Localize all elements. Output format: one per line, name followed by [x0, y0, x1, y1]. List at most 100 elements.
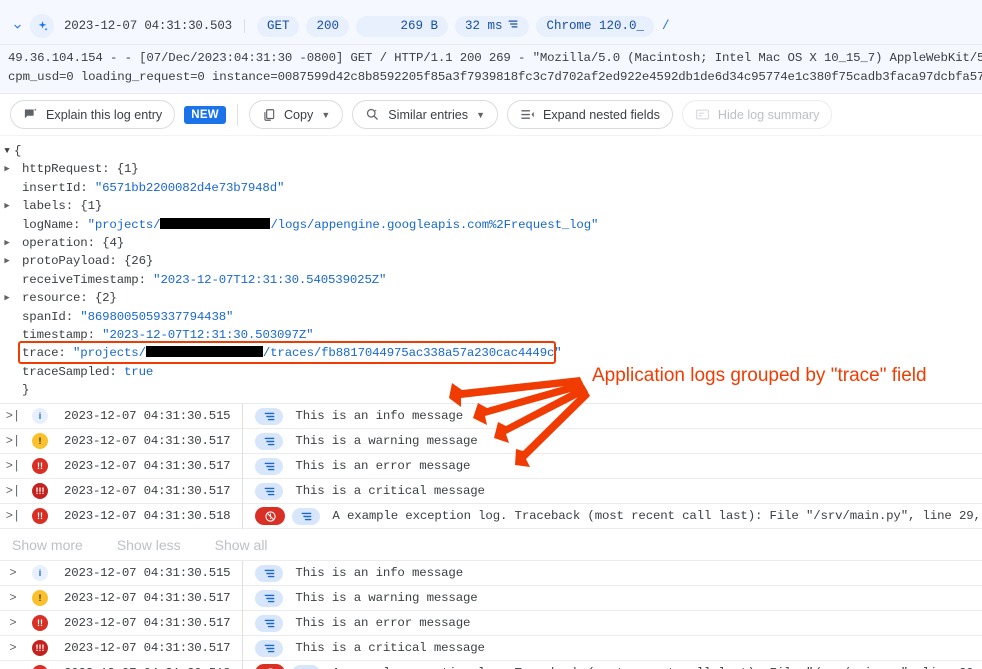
show-all-link[interactable]: Show all: [215, 537, 268, 553]
log-detail-icon[interactable]: [255, 565, 283, 582]
caret-right-icon[interactable]: ▶: [0, 160, 14, 178]
json-row-content: protoPayload: {26}: [14, 252, 153, 270]
severity-error-icon: !!: [32, 508, 48, 524]
json-row-protoPayload[interactable]: ▶protoPayload: {26}: [0, 252, 982, 270]
json-row-content: timestamp: "2023-12-07T12:31:30.503097Z": [14, 326, 313, 344]
log-row-icons: [243, 664, 320, 669]
json-value: "6571bb2200082d4e73b7948d": [95, 181, 284, 195]
json-row-httpRequest[interactable]: ▶httpRequest: {1}: [0, 160, 982, 178]
json-row-timestamp: timestamp: "2023-12-07T12:31:30.503097Z": [0, 326, 982, 344]
severity-cell: !!: [26, 508, 54, 524]
expand-row-icon[interactable]: >: [0, 616, 26, 630]
caret-down-icon[interactable]: ▼: [0, 142, 14, 160]
json-close-brace: }: [14, 381, 29, 399]
log-row-timestamp: 2023-12-07 04:31:30.518: [54, 504, 243, 529]
log-detail-icon[interactable]: [255, 640, 283, 657]
log-row-message: This is a warning message: [283, 591, 477, 605]
chip-user-agent[interactable]: Chrome 120.0_: [536, 16, 654, 37]
exception-icon[interactable]: [255, 664, 285, 669]
log-row-timestamp: 2023-12-07 04:31:30.517: [54, 479, 243, 504]
json-value: "8698005059337794438": [80, 310, 233, 324]
json-row-content: httpRequest: {1}: [14, 160, 139, 178]
redacted-project-id: [146, 346, 263, 357]
log-row[interactable]: >!!!2023-12-07 04:31:30.517This is a cri…: [0, 636, 982, 661]
summary-header-row[interactable]: 2023-12-07 04:31:30.503 GET 200 269 B 32…: [0, 8, 982, 44]
json-row-labels[interactable]: ▶labels: {1}: [0, 197, 982, 215]
log-row-icons: [243, 433, 283, 450]
expand-row-icon[interactable]: >|: [0, 434, 26, 448]
log-row-icons: [243, 458, 283, 475]
exception-icon[interactable]: [255, 507, 285, 525]
expand-row-icon[interactable]: >: [0, 591, 26, 605]
expand-row-icon[interactable]: >: [0, 641, 26, 655]
expand-row-icon[interactable]: >|: [0, 409, 26, 423]
expand-row-icon[interactable]: >|: [0, 509, 26, 523]
log-row[interactable]: >!! 2023-12-07 04:31:30.517 This is an err…: [0, 611, 982, 636]
json-row-content: insertId: "6571bb2200082d4e73b7948d": [14, 179, 284, 197]
log-detail-icon[interactable]: [292, 665, 320, 669]
json-root-open[interactable]: ▼ {: [0, 142, 982, 160]
log-row-timestamp: 2023-12-07 04:31:30.517: [54, 611, 243, 636]
log-row[interactable]: >|!2023-12-07 04:31:30.517This is a warn…: [0, 429, 982, 454]
expand-row-icon[interactable]: >|: [0, 484, 26, 498]
caret-right-icon[interactable]: ▶: [0, 234, 14, 252]
log-row-message: A example exception log. Traceback (most…: [320, 509, 982, 523]
log-row-icons: [243, 483, 283, 500]
hide-log-summary-button[interactable]: Hide log summary: [682, 100, 832, 129]
show-less-link[interactable]: Show less: [117, 537, 181, 553]
summary-panel-icon: [695, 107, 710, 122]
similar-entries-label: Similar entries: [388, 108, 468, 122]
log-row[interactable]: >i2023-12-07 04:31:30.515This is an info…: [0, 561, 982, 586]
log-row[interactable]: >|!! 2023-12-07 04:31:30.518 A example exc…: [0, 504, 982, 529]
expand-row-icon[interactable]: >: [0, 566, 26, 580]
log-row[interactable]: >|!!2023-12-07 04:31:30.517This is an er…: [0, 454, 982, 479]
json-key: traceSampled:: [22, 365, 124, 379]
log-detail-icon[interactable]: [255, 590, 283, 607]
chip-http-method[interactable]: GET: [257, 16, 300, 37]
json-key: protoPayload:: [22, 254, 124, 268]
chip-latency-label: 32 ms: [465, 19, 503, 33]
copy-label: Copy: [284, 108, 313, 122]
chevron-down-icon: ▼: [321, 110, 330, 120]
caret-right-icon[interactable]: ▶: [0, 197, 14, 215]
expand-row-icon[interactable]: >|: [0, 459, 26, 473]
log-row[interactable]: >!!2023-12-07 04:31:30.518A example exce…: [0, 661, 982, 669]
json-row-operation[interactable]: ▶operation: {4}: [0, 234, 982, 252]
severity-info-icon: i: [32, 408, 48, 424]
log-row-icons: [243, 590, 283, 607]
raw-log-line-1: 49.36.104.154 - - [07/Dec/2023:04:31:30 …: [8, 49, 982, 68]
json-value: true: [124, 365, 153, 379]
expand-nested-fields-button[interactable]: Expand nested fields: [507, 100, 673, 129]
caret-right-icon[interactable]: ▶: [0, 289, 14, 307]
show-more-link[interactable]: Show more: [12, 537, 83, 553]
chip-status-code[interactable]: 200: [306, 16, 349, 37]
log-group-second: >i2023-12-07 04:31:30.515This is an info…: [0, 561, 982, 669]
chevron-down-icon[interactable]: [6, 15, 28, 37]
new-badge[interactable]: NEW: [184, 106, 226, 124]
log-detail-icon[interactable]: [255, 615, 283, 632]
log-row-timestamp: 2023-12-07 04:31:30.518: [54, 661, 243, 669]
log-detail-icon[interactable]: [255, 458, 283, 475]
caret-right-icon[interactable]: ▶: [0, 252, 14, 270]
log-detail-icon[interactable]: [255, 483, 283, 500]
json-value: {26}: [124, 254, 153, 268]
copy-button[interactable]: Copy ▼: [249, 100, 343, 129]
log-row[interactable]: >|!!!2023-12-07 04:31:30.517This is a cr…: [0, 479, 982, 504]
json-row-content: traceSampled: true: [14, 363, 153, 381]
log-row-timestamp: 2023-12-07 04:31:30.517: [54, 636, 243, 661]
log-detail-icon[interactable]: [255, 433, 283, 450]
explain-log-entry-button[interactable]: Explain this log entry: [10, 100, 175, 129]
log-detail-icon[interactable]: [255, 408, 283, 425]
json-key: operation:: [22, 236, 102, 250]
severity-error-icon: !!: [32, 615, 48, 631]
sparkle-icon[interactable]: [30, 14, 54, 38]
log-row-message: This is an error message: [283, 616, 470, 630]
json-row-resource[interactable]: ▶resource: {2}: [0, 289, 982, 307]
log-row[interactable]: >|i2023-12-07 04:31:30.515This is an inf…: [0, 404, 982, 429]
log-row[interactable]: >!2023-12-07 04:31:30.517This is a warni…: [0, 586, 982, 611]
copy-icon: [262, 108, 276, 122]
similar-entries-button[interactable]: Similar entries ▼: [352, 100, 498, 129]
chip-latency[interactable]: 32 ms: [455, 16, 530, 37]
log-detail-icon[interactable]: [292, 508, 320, 525]
chip-response-size[interactable]: 269 B: [356, 16, 448, 37]
